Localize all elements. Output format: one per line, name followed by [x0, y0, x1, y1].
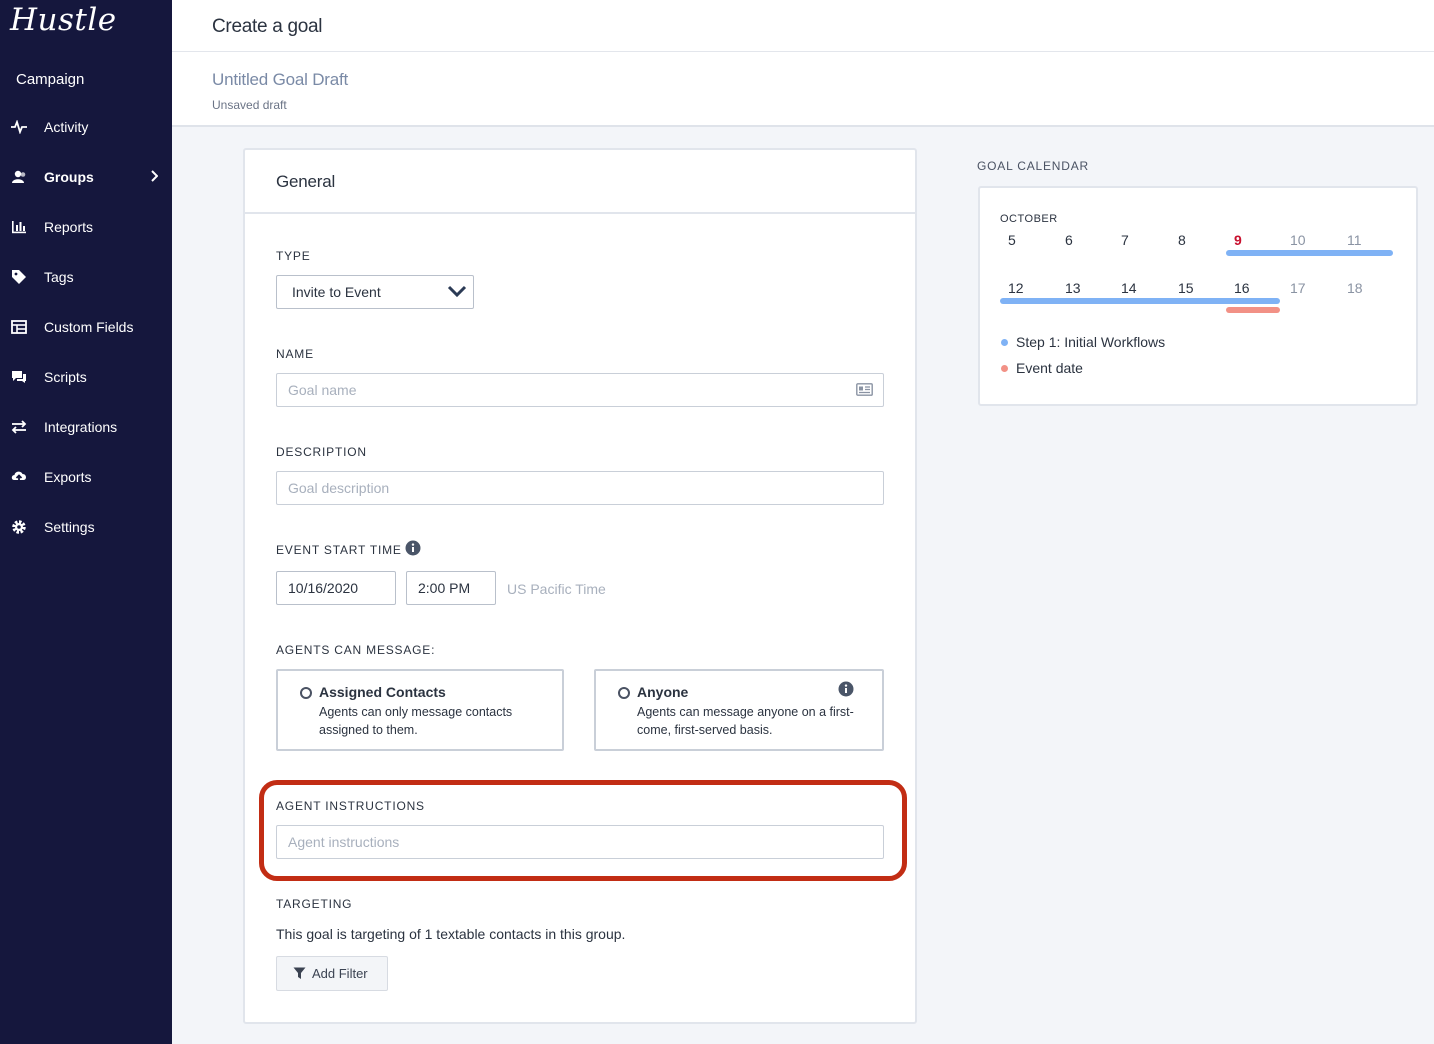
anyone-radio[interactable] [618, 687, 630, 699]
add-filter-button[interactable]: Add Filter [276, 956, 388, 991]
legend-dot [1001, 364, 1008, 372]
hustle-logo[interactable]: Hustle [10, 2, 117, 38]
sidebar-item-label: Scripts [44, 369, 87, 385]
agent-instructions-input[interactable] [276, 825, 884, 859]
option-description: Agents can message anyone on a first-com… [637, 705, 854, 737]
chevron-down-icon [447, 284, 467, 301]
workflow-bar [1226, 250, 1393, 256]
goal-name-input[interactable] [276, 373, 884, 407]
activity-icon [10, 118, 28, 136]
calendar-day[interactable]: 17 [1290, 280, 1320, 296]
calendar-day[interactable]: 10 [1290, 232, 1320, 248]
campaign-section-title: Campaign [16, 71, 85, 88]
calendar-day-today[interactable]: 9 [1234, 232, 1264, 248]
sidebar-item-groups[interactable]: Groups [0, 157, 172, 197]
legend-label: Event date [1016, 360, 1083, 376]
sidebar-item-tags[interactable]: Tags [0, 257, 172, 297]
info-icon[interactable] [405, 540, 421, 561]
contact-card-icon [856, 383, 873, 401]
type-select-value: Invite to Event [292, 284, 381, 300]
scripts-icon [10, 368, 28, 386]
calendar-day[interactable]: 12 [1008, 280, 1038, 296]
sidebar-item-label: Custom Fields [44, 319, 134, 335]
event-date-bar [1226, 307, 1280, 313]
page-title: Create a goal [212, 16, 323, 37]
integrations-icon [10, 418, 28, 436]
exports-icon [10, 468, 28, 486]
sidebar-item-label: Activity [44, 119, 89, 135]
legend-label: Step 1: Initial Workflows [1016, 334, 1166, 350]
calendar-day[interactable]: 16 [1234, 280, 1264, 296]
sidebar-item-label: Exports [44, 469, 92, 485]
gear-icon [10, 518, 28, 536]
chevron-right-icon [150, 169, 159, 185]
type-label: TYPE [276, 249, 311, 263]
description-label: DESCRIPTION [276, 445, 367, 459]
sidebar-item-integrations[interactable]: Integrations [0, 407, 172, 447]
event-start-time-label: EVENT START TIME [276, 543, 402, 557]
workflow-bar [1000, 298, 1280, 304]
agent-instructions-label: AGENT INSTRUCTIONS [276, 799, 425, 813]
draft-bar: Untitled Goal Draft Unsaved draft [172, 52, 1434, 127]
general-card: General TYPE Invite to Event NAME DESCRI… [243, 148, 917, 1024]
calendar-day[interactable]: 6 [1065, 232, 1095, 248]
add-filter-label: Add Filter [312, 966, 368, 981]
option-title: Assigned Contacts [319, 684, 446, 700]
info-icon[interactable] [838, 681, 854, 702]
sidebar-item-settings[interactable]: Settings [0, 507, 172, 547]
agents-can-message-label: AGENTS CAN MESSAGE: [276, 643, 436, 657]
calendar-day[interactable]: 7 [1121, 232, 1151, 248]
sidebar: Hustle Campaign Activity Groups Reports … [0, 0, 172, 1044]
sidebar-item-scripts[interactable]: Scripts [0, 357, 172, 397]
calendar-day[interactable]: 18 [1347, 280, 1377, 296]
option-description: Agents can only message contacts assigne… [319, 705, 513, 737]
targeting-summary: This goal is targeting of 1 textable con… [276, 926, 626, 942]
draft-status: Unsaved draft [212, 98, 287, 112]
calendar-day[interactable]: 11 [1347, 232, 1377, 248]
timezone-label: US Pacific Time [507, 581, 606, 597]
sidebar-item-label: Settings [44, 519, 95, 535]
sidebar-item-label: Integrations [44, 419, 118, 435]
anyone-option[interactable]: Anyone Agents can message anyone on a fi… [594, 669, 884, 751]
sidebar-item-exports[interactable]: Exports [0, 457, 172, 497]
targeting-label: TARGETING [276, 897, 353, 911]
groups-icon [10, 168, 28, 186]
sidebar-item-label: Reports [44, 219, 94, 235]
option-title: Anyone [637, 684, 689, 700]
calendar-day[interactable]: 5 [1008, 232, 1038, 248]
name-label: NAME [276, 347, 314, 361]
tag-icon [10, 268, 28, 286]
sidebar-item-reports[interactable]: Reports [0, 207, 172, 247]
legend-event-date: Event date [1001, 360, 1083, 376]
type-select[interactable]: Invite to Event [276, 275, 474, 309]
event-date-input[interactable] [276, 571, 396, 605]
sidebar-item-activity[interactable]: Activity [0, 107, 172, 147]
goal-calendar-card: OCTOBER 5 6 7 8 9 10 11 12 13 14 15 16 1… [978, 186, 1418, 406]
calendar-day[interactable]: 14 [1121, 280, 1151, 296]
assigned-contacts-option[interactable]: Assigned Contacts Agents can only messag… [276, 669, 564, 751]
sidebar-item-custom-fields[interactable]: Custom Fields [0, 307, 172, 347]
filter-icon [293, 967, 306, 980]
calendar-month: OCTOBER [1000, 213, 1058, 225]
goal-calendar-heading: GOAL CALENDAR [977, 159, 1089, 173]
calendar-day[interactable]: 13 [1065, 280, 1095, 296]
reports-icon [10, 218, 28, 236]
calendar-day[interactable]: 8 [1178, 232, 1208, 248]
sidebar-item-label: Tags [44, 269, 74, 285]
general-card-header: General [245, 150, 915, 214]
calendar-day[interactable]: 15 [1178, 280, 1208, 296]
general-card-title: General [276, 172, 336, 191]
sidebar-item-label: Groups [44, 169, 94, 185]
draft-title[interactable]: Untitled Goal Draft [212, 70, 348, 90]
event-time-input[interactable] [406, 571, 496, 605]
legend-workflows: Step 1: Initial Workflows [1001, 334, 1165, 350]
goal-description-input[interactable] [276, 471, 884, 505]
custom-fields-icon [10, 318, 28, 336]
legend-dot [1001, 338, 1008, 346]
top-bar: Create a goal [172, 0, 1434, 52]
assigned-contacts-radio[interactable] [300, 687, 312, 699]
